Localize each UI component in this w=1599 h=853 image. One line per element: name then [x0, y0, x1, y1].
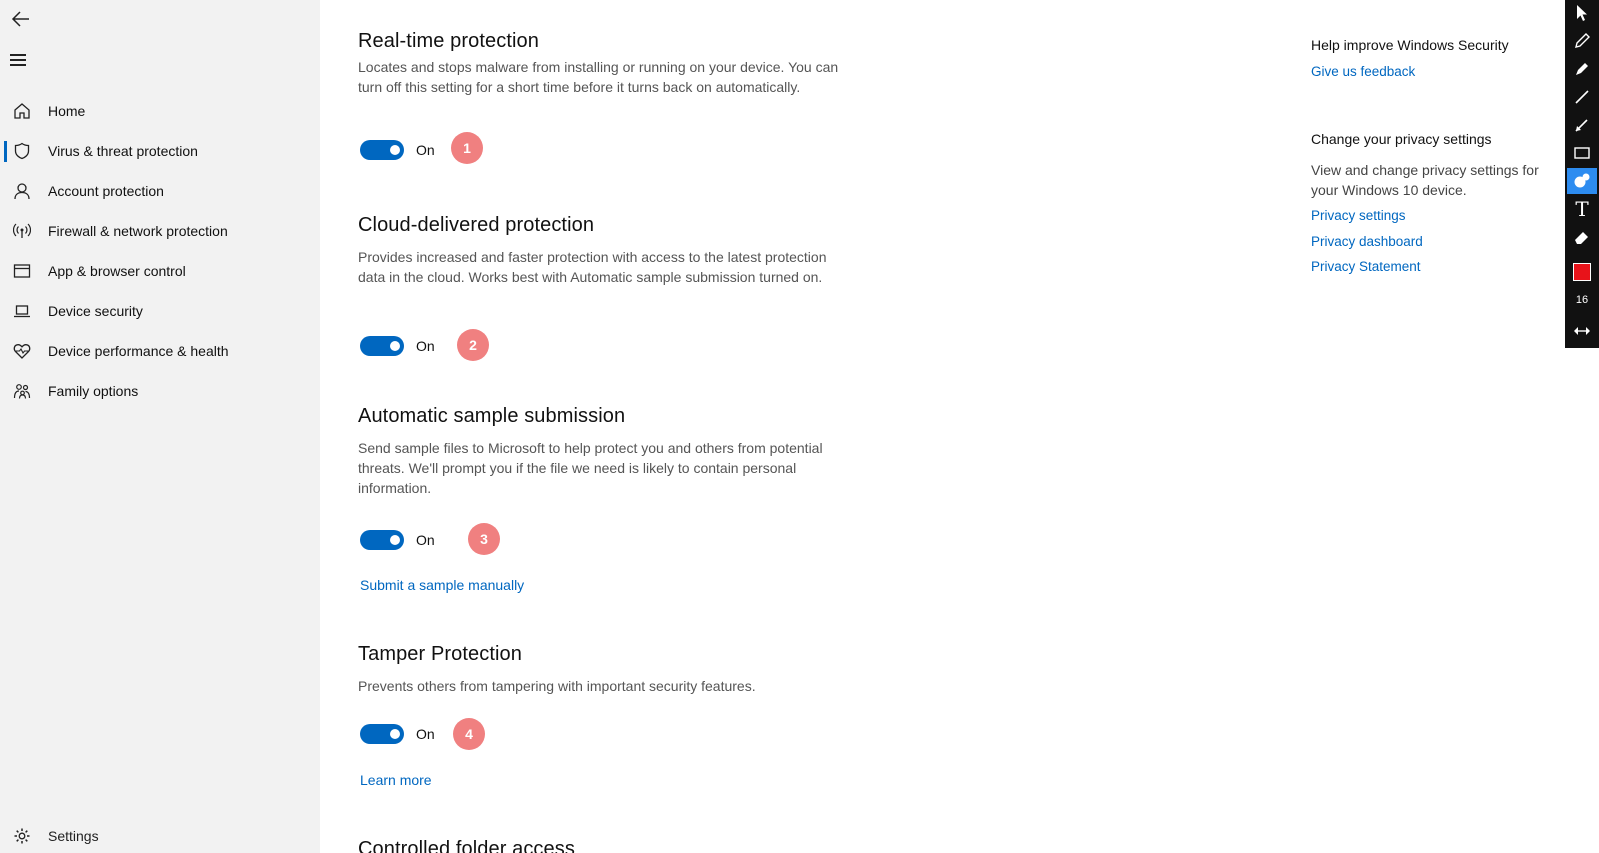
nav-item-device-performance[interactable]: Device performance & health — [0, 331, 320, 371]
nav-item-firewall[interactable]: Firewall & network protection — [0, 211, 320, 251]
nav-item-home[interactable]: Home — [0, 91, 320, 131]
feedback-heading: Help improve Windows Security — [1311, 37, 1509, 53]
real-time-protection-toggle-row: On — [360, 140, 435, 160]
nav-label: Virus & threat protection — [48, 143, 198, 159]
size-value[interactable]: 16 — [1567, 287, 1597, 313]
step-marker-icon[interactable] — [1567, 168, 1597, 194]
person-icon — [12, 181, 32, 201]
nav-label: Device security — [48, 303, 143, 319]
expand-horizontal-icon[interactable] — [1567, 318, 1597, 344]
section-cloud-delivered-protection: Cloud-delivered protection Provides incr… — [358, 214, 858, 287]
hamburger-icon — [10, 54, 26, 56]
section-description: Provides increased and faster protection… — [358, 249, 827, 285]
rectangle-icon[interactable] — [1567, 140, 1597, 166]
privacy-heading: Change your privacy settings — [1311, 131, 1492, 147]
browser-window-icon — [12, 261, 32, 281]
section-description: Locates and stops malware from installin… — [358, 59, 839, 95]
pencil-icon[interactable] — [1567, 28, 1597, 54]
nav-label: Firewall & network protection — [48, 223, 228, 239]
automatic-sample-submission-toggle-row: On — [360, 530, 435, 550]
section-description: Prevents others from tampering with impo… — [358, 678, 756, 694]
real-time-protection-toggle[interactable] — [360, 140, 404, 160]
shield-icon — [12, 141, 32, 161]
nav-item-virus-threat-protection[interactable]: Virus & threat protection — [0, 131, 320, 171]
nav-item-account-protection[interactable]: Account protection — [0, 171, 320, 211]
nav-label: Account protection — [48, 183, 164, 199]
privacy-statement-link[interactable]: Privacy Statement — [1311, 259, 1421, 274]
highlighter-icon[interactable] — [1567, 56, 1597, 82]
nav-label: Family options — [48, 383, 139, 399]
section-title: Controlled folder access — [358, 838, 575, 853]
pointer-icon[interactable] — [1567, 0, 1597, 26]
nav-item-app-browser[interactable]: App & browser control — [0, 251, 320, 291]
section-controlled-folder-access: Controlled folder access — [358, 838, 858, 853]
section-tamper-protection: Tamper Protection Prevents others from t… — [358, 643, 858, 696]
nav-item-settings[interactable]: Settings — [0, 819, 320, 853]
annotation-step-badge: 2 — [457, 329, 489, 361]
nav-list: Home Virus & threat protection Account p… — [0, 91, 320, 411]
arrow-icon[interactable] — [1567, 112, 1597, 138]
heart-pulse-icon — [12, 341, 32, 361]
cloud-delivered-protection-toggle-row: On — [360, 336, 435, 356]
tamper-protection-toggle[interactable] — [360, 724, 404, 744]
home-icon — [12, 101, 32, 121]
section-description: Send sample files to Microsoft to help p… — [358, 440, 823, 496]
section-title: Automatic sample submission — [358, 405, 626, 427]
back-arrow-icon — [11, 11, 29, 27]
laptop-icon — [12, 301, 32, 321]
line-icon[interactable] — [1567, 84, 1597, 110]
color-swatch[interactable] — [1567, 259, 1597, 285]
give-feedback-link[interactable]: Give us feedback — [1311, 64, 1415, 79]
toggle-state-label: On — [416, 726, 435, 742]
toggle-state-label: On — [416, 142, 435, 158]
cloud-delivered-protection-toggle[interactable] — [360, 336, 404, 356]
tamper-protection-toggle-row: On — [360, 724, 435, 744]
automatic-sample-submission-toggle[interactable] — [360, 530, 404, 550]
text-icon[interactable]: T — [1567, 196, 1597, 222]
main-content: Real-time protection Locates and stops m… — [320, 0, 1560, 853]
nav-item-family-options[interactable]: Family options — [0, 371, 320, 411]
gear-icon — [12, 826, 32, 846]
submit-sample-link[interactable]: Submit a sample manually — [360, 577, 524, 593]
privacy-dashboard-link[interactable]: Privacy dashboard — [1311, 234, 1423, 249]
toggle-state-label: On — [416, 532, 435, 548]
nav-item-device-security[interactable]: Device security — [0, 291, 320, 331]
toggle-state-label: On — [416, 338, 435, 354]
nav-label: App & browser control — [48, 263, 186, 279]
annotation-step-badge: 1 — [451, 132, 483, 164]
annotation-step-badge: 3 — [468, 523, 500, 555]
section-automatic-sample-submission: Automatic sample submission Send sample … — [358, 405, 858, 498]
settings-label: Settings — [48, 828, 99, 844]
menu-button[interactable] — [10, 54, 30, 70]
privacy-settings-link[interactable]: Privacy settings — [1311, 208, 1406, 223]
annotation-toolbar: T 16 — [1565, 0, 1599, 348]
wireless-icon — [12, 221, 32, 241]
section-real-time-protection: Real-time protection Locates and stops m… — [358, 30, 858, 97]
privacy-description: View and change privacy settings for you… — [1311, 162, 1539, 198]
section-title: Tamper Protection — [358, 643, 522, 665]
annotation-step-badge: 4 — [453, 718, 485, 750]
back-button[interactable] — [10, 8, 32, 30]
sidebar: Home Virus & threat protection Account p… — [0, 0, 320, 853]
family-icon — [12, 381, 32, 401]
nav-label: Home — [48, 103, 86, 119]
nav-label: Device performance & health — [48, 343, 229, 359]
section-title: Cloud-delivered protection — [358, 214, 595, 236]
eraser-icon[interactable] — [1567, 224, 1597, 250]
section-title: Real-time protection — [358, 30, 539, 52]
learn-more-link[interactable]: Learn more — [360, 772, 432, 788]
